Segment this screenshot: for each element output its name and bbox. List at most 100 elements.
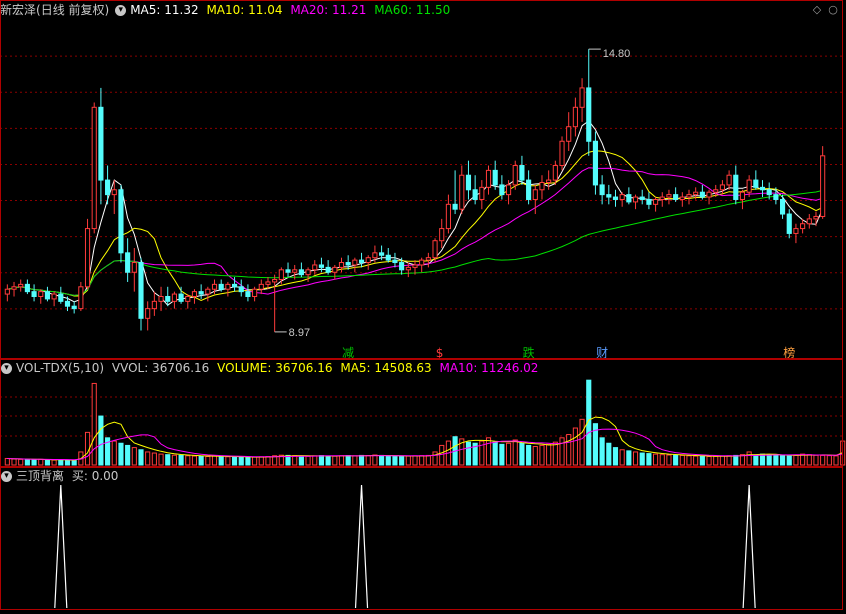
volume-bar: [666, 454, 672, 466]
candle: [11, 281, 17, 297]
chevron-down-icon[interactable]: ▾: [1, 471, 12, 482]
volume-bar: [399, 455, 405, 466]
candle-body: [793, 228, 799, 234]
candle: [806, 214, 812, 229]
circle-icon[interactable]: ○: [827, 4, 839, 16]
candle: [599, 175, 605, 205]
signal-header: ▾ 三顶背离 买: 0.00: [0, 467, 122, 485]
volume-bar: [165, 454, 171, 466]
candle-body: [733, 174, 739, 200]
candle-body: [178, 293, 184, 302]
candle-body: [78, 286, 84, 310]
volume-bar: [572, 427, 578, 466]
candle-body: [358, 259, 365, 264]
ma5-legend: MA5: 11.32: [130, 3, 199, 17]
volume-bar: [379, 454, 385, 466]
candle-body: [399, 262, 405, 271]
volume-ma5-label: MA5: 14508.63: [340, 361, 432, 375]
candle-body: [439, 228, 445, 242]
candle-body: [599, 184, 605, 196]
candle-body: [526, 179, 532, 200]
candle: [272, 274, 278, 332]
volume-bar: [185, 455, 191, 466]
candle: [512, 160, 518, 190]
candle-body: [185, 295, 191, 302]
volume-bar: [412, 455, 418, 466]
candle: [78, 281, 84, 312]
volume-bar: [238, 456, 244, 466]
candle: [191, 289, 198, 304]
volume-bar: [766, 454, 772, 466]
candle: [238, 279, 244, 297]
candle-body: [111, 189, 117, 196]
volume-bar: [465, 441, 472, 466]
volume-bar: [58, 459, 64, 466]
volume-bar: [833, 455, 839, 466]
volume-bar: [726, 455, 732, 466]
candle: [332, 264, 338, 280]
candle-body: [4, 288, 10, 295]
kline-chart[interactable]: 14.80 8.97 减 $ 跌 财 榜: [0, 0, 846, 610]
volume-bar: [820, 454, 826, 466]
candle: [726, 170, 732, 190]
event-tag: 减: [342, 346, 354, 360]
candle: [579, 78, 585, 122]
candle-body: [51, 293, 57, 300]
candle-body: [739, 191, 746, 200]
volume-bar: [659, 454, 665, 466]
volume-bar: [385, 455, 391, 466]
volume-bar: [505, 442, 512, 466]
candle-body: [452, 203, 458, 210]
volume-bar: [405, 455, 411, 466]
chart-window: 14.80 8.97 减 $ 跌 财 榜 新宏泽(日线 前复权) ▾ MA5: 11.32 …: [0, 0, 846, 610]
chevron-down-icon[interactable]: ▾: [1, 363, 12, 374]
candle: [459, 165, 465, 215]
volume-bar: [699, 455, 705, 466]
volume-indicator-name: VOL-TDX(5,10): [16, 361, 105, 375]
volume-bar: [653, 453, 659, 466]
volume-header: ▾ VOL-TDX(5,10) VVOL: 36706.16 VOLUME: 36…: [0, 359, 542, 377]
candle-body: [766, 189, 772, 196]
signal-spike: [54, 484, 68, 609]
candle: [719, 180, 725, 195]
candle: [679, 192, 685, 207]
candle-body: [800, 223, 806, 230]
chevron-down-icon[interactable]: ▾: [115, 5, 127, 16]
ma10-line: [7, 150, 823, 301]
candle: [786, 209, 792, 239]
volume-bar: [639, 452, 645, 466]
candle: [58, 286, 64, 304]
candle-body: [646, 198, 652, 205]
volume-bars: [4, 379, 846, 466]
volume-bar: [599, 437, 605, 466]
candle: [131, 247, 137, 292]
ma10-legend: MA10: 11.04: [206, 3, 283, 17]
candle-body: [218, 283, 224, 290]
volume-bar: [51, 459, 57, 466]
candle-body: [405, 266, 411, 271]
candle: [105, 165, 111, 205]
volume-bar: [546, 443, 552, 466]
volume-bar: [492, 441, 498, 466]
volume-bar: [679, 454, 685, 466]
candle-body: [759, 186, 766, 191]
candle-body: [820, 155, 826, 217]
volume-bar: [138, 449, 144, 466]
volume-bar: [265, 456, 271, 466]
ma5-line: [7, 120, 824, 306]
candle: [592, 131, 599, 195]
candle: [338, 257, 345, 273]
volume-bar: [171, 454, 177, 466]
candle-body: [666, 194, 672, 198]
candle: [492, 160, 498, 190]
candle-body: [465, 174, 472, 191]
price-header: 新宏泽(日线 前复权) ▾ MA5: 11.32 MA10: 11.04 MA20:…: [0, 1, 454, 19]
diamond-icon[interactable]: ◇: [811, 4, 823, 16]
volume-bar: [24, 459, 30, 466]
candle: [472, 175, 478, 205]
volume-bar: [118, 442, 124, 466]
volume-bar: [425, 454, 431, 466]
candle: [225, 281, 231, 297]
candle-body: [459, 174, 465, 210]
volume-bar: [44, 459, 51, 466]
